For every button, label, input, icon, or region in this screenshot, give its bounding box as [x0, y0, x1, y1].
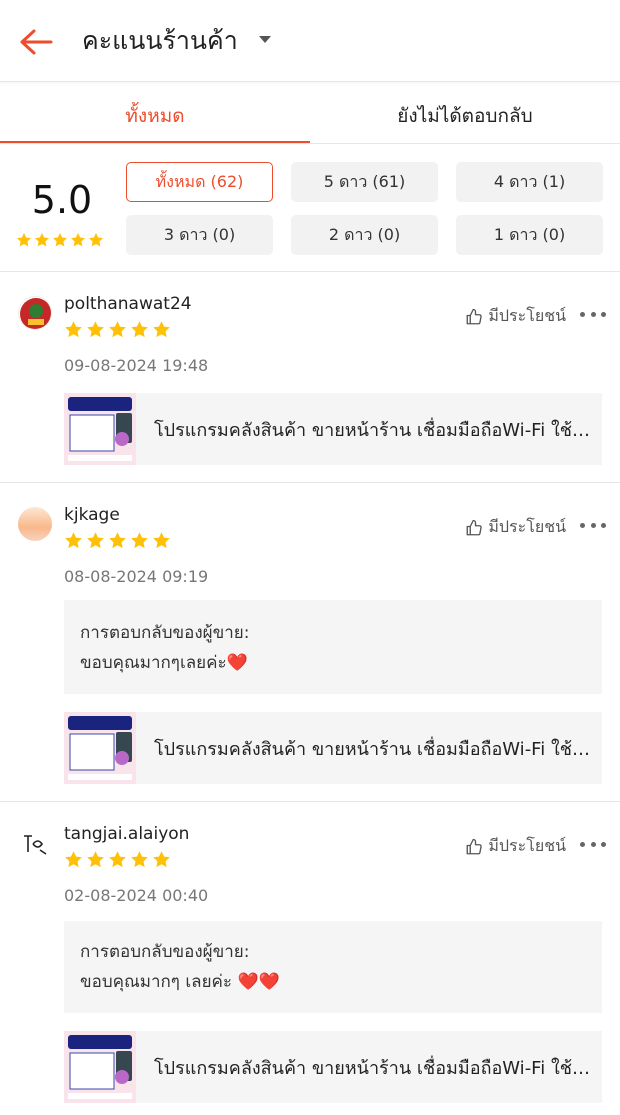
product-thumbnail [64, 393, 136, 465]
seller-reply: การตอบกลับของผู้ขาย: ขอบคุณมากๆเลยค่ะ❤️ [64, 600, 602, 694]
star-icon [35, 233, 49, 247]
more-options-button[interactable] [580, 842, 606, 847]
review-date: 08-08-2024 09:19 [64, 567, 209, 586]
star-icon [17, 233, 31, 247]
star-icon [153, 851, 170, 868]
avatar[interactable] [18, 826, 52, 860]
product-name: โปรแกรมคลังสินค้า ขายหน้าร้าน เชื่อมมือถ… [154, 739, 594, 760]
thumbs-up-icon [466, 838, 483, 854]
star-icon [109, 532, 126, 549]
avatar[interactable] [18, 296, 52, 330]
more-options-button[interactable] [580, 523, 606, 528]
filter-all[interactable]: ทั้งหมด (62) [126, 162, 273, 202]
review-stars [64, 320, 171, 339]
star-icon [109, 851, 126, 868]
star-icon [87, 532, 104, 549]
username: kjkage [64, 505, 120, 525]
back-arrow-icon [20, 29, 53, 55]
star-icon [53, 233, 67, 247]
seller-reply: การตอบกลับของผู้ขาย: ขอบคุณมากๆ เลยค่ะ ❤… [64, 921, 602, 1013]
average-stars [16, 232, 104, 248]
seller-reply-text: ขอบคุณมากๆ เลยค่ะ ❤️❤️ [80, 972, 280, 992]
filter-2-star[interactable]: 2 ดาว (0) [291, 215, 438, 255]
star-icon [153, 321, 170, 338]
helpful-label: มีประโยชน์ [488, 836, 566, 855]
seller-reply-text: ขอบคุณมากๆเลยค่ะ❤️ [80, 653, 248, 673]
star-icon [65, 851, 82, 868]
avatar[interactable] [18, 507, 52, 541]
helpful-label: มีประโยชน์ [488, 517, 566, 536]
review-date: 09-08-2024 19:48 [64, 356, 209, 375]
review-item: polthanawat24 มีประโยชน์ 09-08-2024 19:4… [0, 273, 620, 483]
thumbs-up-icon [466, 519, 483, 535]
product-card[interactable]: โปรแกรมคลังสินค้า ขายหน้าร้าน เชื่อมมือถ… [64, 1031, 602, 1103]
seller-reply-label: การตอบกลับของผู้ขาย: [80, 623, 250, 643]
product-card[interactable]: โปรแกรมคลังสินค้า ขายหน้าร้าน เชื่อมมือถ… [64, 712, 602, 784]
username: tangjai.alaiyon [64, 824, 190, 844]
star-icon [131, 851, 148, 868]
review-item: tangjai.alaiyon มีประโยชน์ 02-08-2024 00… [0, 803, 620, 1115]
review-stars [64, 531, 171, 550]
more-options-button[interactable] [580, 312, 606, 317]
review-stars [64, 850, 171, 869]
product-thumbnail [64, 1031, 136, 1103]
star-icon [109, 321, 126, 338]
star-icon [65, 321, 82, 338]
product-name: โปรแกรมคลังสินค้า ขายหน้าร้าน เชื่อมมือถ… [154, 1058, 594, 1079]
review-item: kjkage มีประโยชน์ 08-08-2024 09:19 การตอ… [0, 484, 620, 802]
average-score: 5.0 [31, 178, 93, 222]
star-icon [131, 321, 148, 338]
star-icon [71, 233, 85, 247]
helpful-button[interactable]: มีประโยชน์ [465, 304, 566, 329]
thumbs-up-icon [466, 308, 483, 324]
top-bar: คะแนนร้านค้า [0, 0, 620, 82]
back-button[interactable] [14, 22, 58, 62]
filter-4-star[interactable]: 4 ดาว (1) [456, 162, 603, 202]
helpful-label: มีประโยชน์ [488, 306, 566, 325]
dropdown-caret-icon[interactable] [259, 36, 271, 43]
star-icon [153, 532, 170, 549]
page-title[interactable]: คะแนนร้านค้า [82, 24, 238, 58]
rating-summary: 5.0 ทั้งหมด (62) 5 ดาว (61) 4 ดาว (1) 3 … [0, 144, 620, 272]
star-icon [131, 532, 148, 549]
seller-reply-label: การตอบกลับของผู้ขาย: [80, 942, 250, 962]
tab-bar: ทั้งหมด ยังไม่ได้ตอบกลับ [0, 88, 620, 144]
product-thumbnail [64, 712, 136, 784]
filter-5-star[interactable]: 5 ดาว (61) [291, 162, 438, 202]
helpful-button[interactable]: มีประโยชน์ [465, 515, 566, 540]
user-avatar-icon [24, 835, 47, 855]
star-icon [87, 321, 104, 338]
star-icon [89, 233, 103, 247]
review-date: 02-08-2024 00:40 [64, 886, 209, 905]
tab-all[interactable]: ทั้งหมด [0, 88, 310, 144]
star-icon [65, 532, 82, 549]
username: polthanawat24 [64, 294, 192, 314]
tab-unreplied[interactable]: ยังไม่ได้ตอบกลับ [310, 88, 620, 144]
product-card[interactable]: โปรแกรมคลังสินค้า ขายหน้าร้าน เชื่อมมือถ… [64, 393, 602, 465]
star-icon [87, 851, 104, 868]
helpful-button[interactable]: มีประโยชน์ [465, 834, 566, 859]
product-name: โปรแกรมคลังสินค้า ขายหน้าร้าน เชื่อมมือถ… [154, 420, 594, 441]
filter-3-star[interactable]: 3 ดาว (0) [126, 215, 273, 255]
user-avatar-icon [20, 298, 51, 329]
filter-1-star[interactable]: 1 ดาว (0) [456, 215, 603, 255]
